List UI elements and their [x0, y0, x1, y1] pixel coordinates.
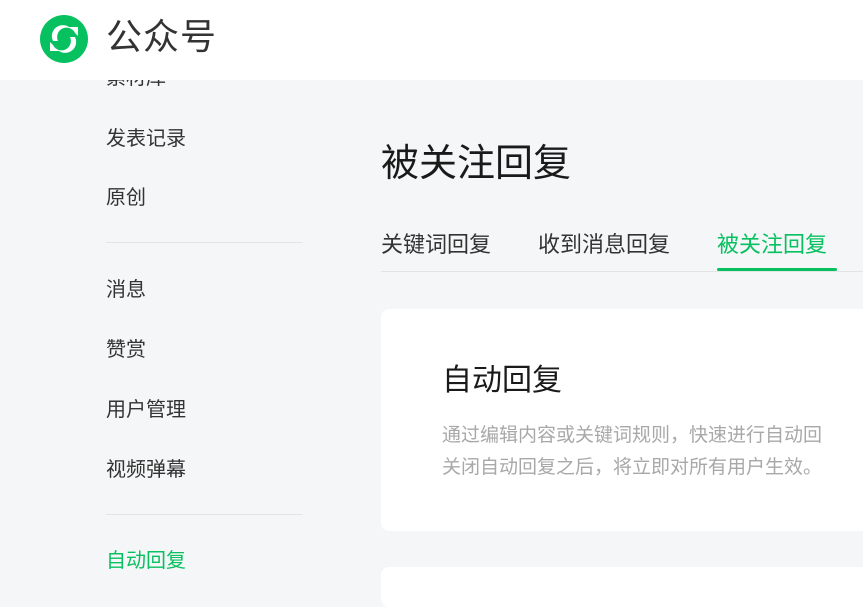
tab-divider — [381, 271, 863, 272]
card-description-line: 关闭自动回复之后，将立即对所有用户生效。 — [442, 456, 823, 478]
sidebar-item-video-danmaku[interactable]: 视频弹幕 — [106, 455, 186, 483]
card-title: 自动回复 — [442, 363, 562, 398]
top-bar: 公众号 — [0, 0, 863, 80]
sidebar: 素材库 发表记录 原创 消息 赞赏 用户管理 视频弹幕 自动回复 — [0, 80, 340, 587]
tab-bar: 关键词回复 收到消息回复 被关注回复 — [381, 222, 863, 272]
tab-keyword-reply[interactable]: 关键词回复 — [381, 222, 491, 270]
sidebar-item-publish-record[interactable]: 发表记录 — [106, 124, 186, 152]
auto-reply-card: 自动回复 通过编辑内容或关键词规则，快速进行自动回 关闭自动回复之后，将立即对所… — [381, 309, 863, 531]
brand-title: 公众号 — [106, 17, 218, 58]
page-title: 被关注回复 — [381, 141, 572, 185]
tab-message-reply[interactable]: 收到消息回复 — [538, 222, 670, 270]
sidebar-item-messages[interactable]: 消息 — [106, 275, 146, 303]
wechat-official-account-logo-icon[interactable] — [38, 14, 90, 64]
tab-follow-reply[interactable]: 被关注回复 — [717, 222, 827, 270]
card-description-line: 通过编辑内容或关键词规则，快速进行自动回 — [442, 424, 823, 446]
sidebar-item-original[interactable]: 原创 — [106, 183, 146, 211]
sidebar-item-material[interactable]: 素材库 — [106, 80, 166, 91]
sidebar-item-user-management[interactable]: 用户管理 — [106, 395, 186, 423]
sidebar-item-auto-reply[interactable]: 自动回复 — [106, 546, 186, 574]
sidebar-divider — [106, 514, 303, 515]
secondary-card — [381, 567, 863, 607]
sidebar-divider — [106, 242, 303, 243]
card-description: 通过编辑内容或关键词规则，快速进行自动回 关闭自动回复之后，将立即对所有用户生效… — [442, 419, 822, 483]
sidebar-item-reward[interactable]: 赞赏 — [106, 335, 146, 363]
